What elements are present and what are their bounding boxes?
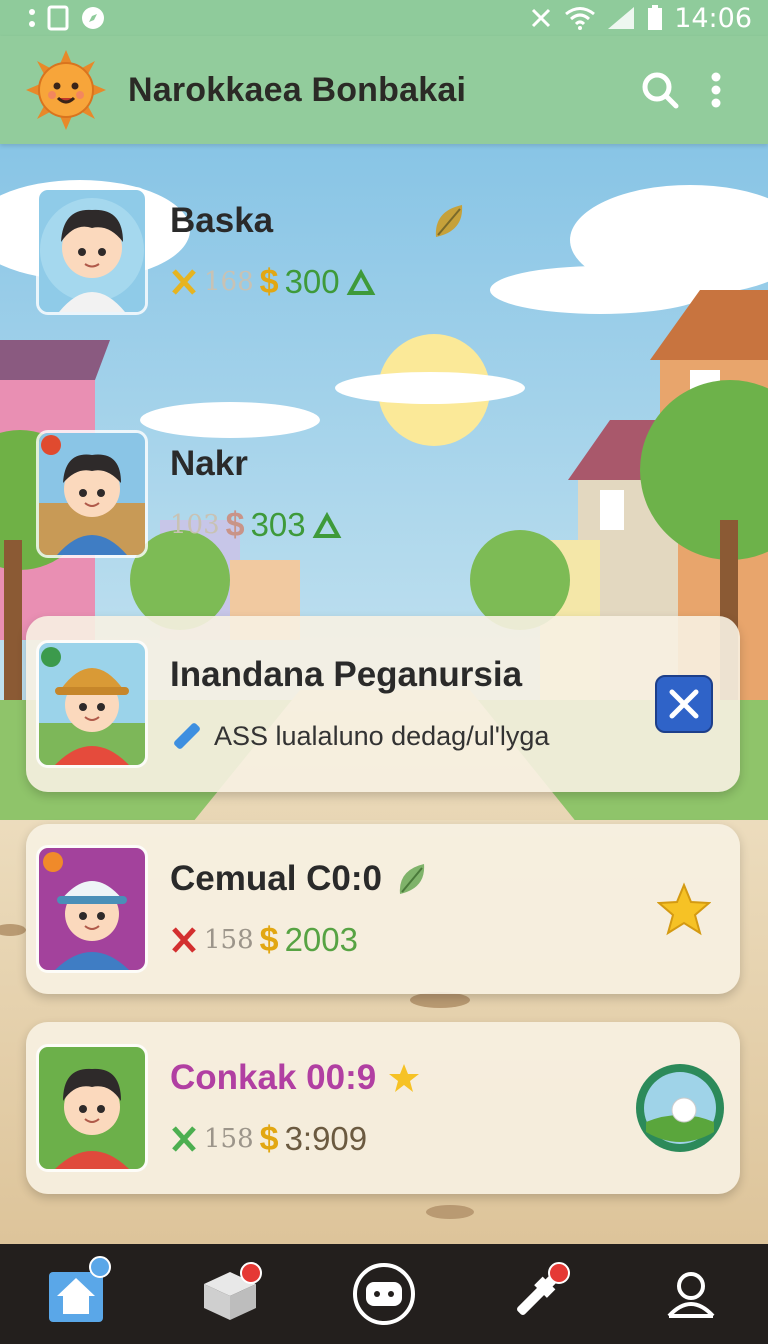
- more-vert-icon: [711, 72, 721, 108]
- money-value: 2003: [284, 921, 358, 958]
- close-icon: [655, 675, 713, 733]
- avatar: [36, 1044, 148, 1172]
- card-body: Baska 168 $ 300: [148, 201, 740, 302]
- avatar: [36, 430, 148, 558]
- avatar: [36, 187, 148, 315]
- player-name: Nakr: [170, 443, 248, 483]
- status-time: 14:06: [674, 2, 752, 34]
- golf-ball-icon: [636, 1064, 724, 1152]
- card-name-row: Cemual C0:0: [170, 859, 652, 899]
- stat-count: 158: [204, 925, 254, 955]
- star-icon: [657, 882, 711, 936]
- coin-icon: $: [259, 920, 279, 959]
- status-indicators: 14:06: [528, 3, 752, 34]
- status-bar: 14:06: [0, 0, 768, 36]
- star-icon: [389, 1063, 420, 1092]
- stats-row: 158 $ 3:909: [170, 1120, 634, 1159]
- app-bar: Narokkaea Bonbakai: [0, 36, 768, 144]
- bottom-nav: [0, 1244, 768, 1344]
- wifi-icon: [565, 7, 596, 30]
- search-button[interactable]: [632, 62, 688, 118]
- money-value: 3:909: [284, 1120, 368, 1157]
- nav-tools[interactable]: [498, 1254, 578, 1334]
- play-button[interactable]: [634, 1062, 726, 1154]
- card-body: Cemual C0:0 158 $ 2003: [148, 859, 652, 960]
- money-value: 303: [250, 506, 306, 543]
- avatar-boy-image: [39, 1047, 145, 1169]
- notification-dots-icon: [29, 9, 35, 27]
- app-title: Narokkaea Bonbakai: [128, 70, 467, 109]
- stat-count: 103: [170, 510, 220, 540]
- pencil-icon: [174, 723, 200, 749]
- more-options-button[interactable]: [688, 62, 744, 118]
- profile-icon: [667, 1272, 715, 1318]
- triangle-flag-icon: [346, 268, 376, 295]
- nav-home[interactable]: [37, 1254, 117, 1334]
- player-name: Inandana Peganursia: [170, 655, 523, 694]
- card-name-row: Inandana Peganursia: [170, 655, 652, 695]
- description-row: ASS lualaluno dedag/ul'lyga: [170, 719, 652, 753]
- stat-count: 168: [204, 267, 254, 297]
- player-name: Conkak 00:9: [170, 1057, 377, 1097]
- avatar-boy-image: [39, 433, 145, 555]
- close-button[interactable]: [652, 672, 716, 736]
- nav-game[interactable]: [344, 1254, 424, 1334]
- compass-icon: [82, 7, 104, 29]
- stats-row: 168 $ 300: [170, 263, 740, 302]
- card-body: Nakr 103 $ 303: [148, 444, 740, 545]
- favorite-button[interactable]: [652, 877, 716, 941]
- crossed-swords-icon: [172, 269, 196, 295]
- list-item[interactable]: Inandana Peganursia ASS lualaluno dedag/…: [26, 616, 740, 792]
- triangle-flag-icon: [312, 511, 342, 538]
- bluetooth-off-icon: [532, 8, 551, 28]
- nav-profile[interactable]: [651, 1254, 731, 1334]
- money-value: 300: [284, 263, 340, 300]
- list-item[interactable]: Baska 168 $ 300: [26, 185, 740, 317]
- list-item[interactable]: Nakr 103 $ 303: [26, 428, 740, 560]
- coin-icon: $: [225, 505, 245, 544]
- stats-row: 158 $ 2003: [170, 921, 652, 960]
- game-controller-icon: [352, 1263, 415, 1325]
- avatar-boy-image: [39, 848, 145, 970]
- battery-icon: [648, 5, 663, 30]
- description-text: ASS lualaluno dedag/ul'lyga: [214, 720, 550, 751]
- card-name-row: Conkak 00:9: [170, 1058, 634, 1098]
- avatar-boy-image: [39, 190, 145, 312]
- notification-badge: [547, 1262, 570, 1284]
- card-body: Inandana Peganursia ASS lualaluno dedag/…: [148, 655, 652, 753]
- green-cross-icon: [172, 1126, 196, 1152]
- red-cross-icon: [172, 927, 196, 953]
- stat-count: 158: [204, 1124, 254, 1154]
- avatar: [36, 640, 148, 768]
- leaf-icon: [399, 863, 425, 894]
- coin-icon: $: [259, 1119, 279, 1158]
- status-notifications: [28, 5, 106, 31]
- sun-logo-icon: [26, 50, 106, 130]
- signal-icon: [608, 7, 635, 29]
- card-name-row: Baska: [170, 201, 740, 241]
- card-body: Conkak 00:9 158 $ 3:909: [148, 1058, 634, 1159]
- player-name: Cemual C0:0: [170, 858, 383, 898]
- notification-badge: [88, 1256, 111, 1278]
- search-icon: [642, 72, 679, 109]
- player-name: Baska: [170, 200, 274, 240]
- list-item[interactable]: Cemual C0:0 158 $ 2003: [26, 824, 740, 994]
- card-name-row: Nakr: [170, 444, 740, 484]
- avatar-boy-image: [39, 643, 145, 765]
- avatar: [36, 845, 148, 973]
- list-item[interactable]: Conkak 00:9 158 $ 3:909: [26, 1022, 740, 1194]
- leaf-icon: [436, 204, 463, 237]
- coin-icon: $: [259, 262, 279, 301]
- sd-card-icon: [47, 5, 69, 31]
- nav-inventory[interactable]: [190, 1254, 270, 1334]
- stats-row: 103 $ 303: [170, 506, 740, 545]
